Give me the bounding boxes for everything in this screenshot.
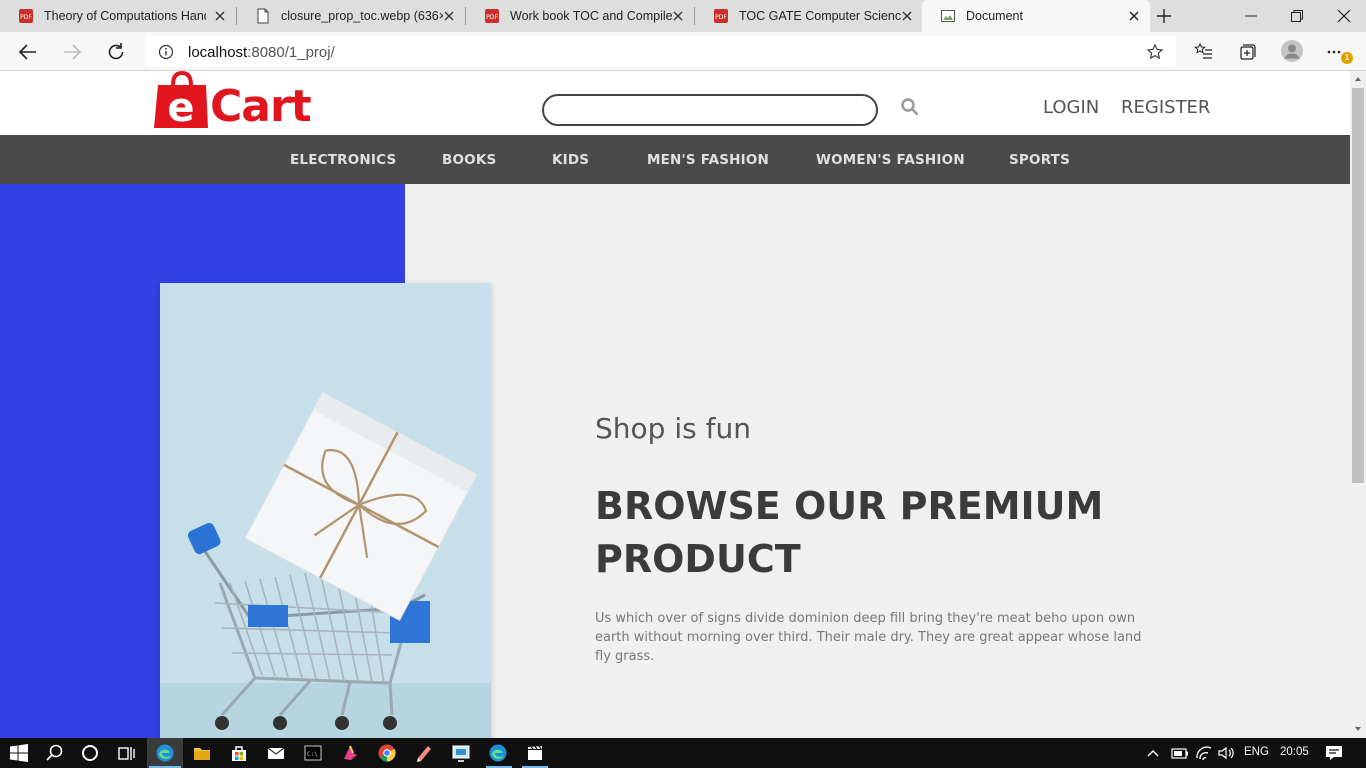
restore-icon[interactable] <box>1289 8 1305 24</box>
svg-text:PDF: PDF <box>486 14 498 21</box>
profile-avatar-icon[interactable] <box>1280 39 1304 63</box>
page-icon <box>941 10 955 22</box>
browser-tab[interactable]: PDF TOC GATE Computer Science.pd <box>695 0 923 32</box>
paint-app-icon[interactable] <box>414 743 434 763</box>
url-text: localhost:8080/1_proj/ <box>188 44 335 61</box>
media-taskbar-item[interactable] <box>520 738 550 768</box>
nav-item-electronics[interactable]: ELECTRONICS <box>290 152 396 168</box>
url-host: localhost <box>188 44 248 61</box>
logo-letter: e <box>167 85 194 131</box>
notification-badge: 1 <box>1341 52 1353 64</box>
browser-tab-label: closure_prop_toc.webp (636×5 <box>281 9 443 23</box>
scroll-up-arrow-icon[interactable] <box>1354 75 1362 83</box>
nav-item-kids[interactable]: KIDS <box>552 152 589 168</box>
register-link[interactable]: REGISTER <box>1121 97 1210 118</box>
ecart-logo[interactable]: e Cart <box>152 71 327 132</box>
collections-icon[interactable] <box>1237 42 1257 62</box>
category-nav: ELECTRONICS BOOKS KIDS MEN'S FASHION WOM… <box>0 135 1350 184</box>
nav-item-mens-fashion[interactable]: MEN'S FASHION <box>647 152 769 168</box>
edge-taskbar-active[interactable] <box>147 738 183 768</box>
browser-tab[interactable]: closure_prop_toc.webp (636×5 <box>237 0 465 32</box>
close-icon[interactable] <box>899 8 915 24</box>
edge-browser-icon <box>156 744 174 762</box>
close-icon[interactable] <box>1126 8 1142 24</box>
new-tab-icon[interactable] <box>1155 7 1173 25</box>
back-icon[interactable] <box>16 40 40 64</box>
command-prompt-icon[interactable]: C:\ <box>303 743 323 763</box>
browser-tab-label: Work book TOC and Compiler D <box>510 9 672 23</box>
pdf-icon: PDF <box>485 9 499 23</box>
close-icon[interactable] <box>441 8 457 24</box>
edge-icon <box>489 744 507 762</box>
browser-tab[interactable]: PDF Theory of Computations Handwr <box>0 0 236 32</box>
favorite-star-icon[interactable] <box>1146 43 1164 61</box>
browser-tab-label: TOC GATE Computer Science.pd <box>739 9 901 23</box>
refresh-icon[interactable] <box>104 40 128 64</box>
svg-text:PDF: PDF <box>715 14 727 21</box>
search-icon[interactable] <box>900 97 920 117</box>
scrollbar-thumb[interactable] <box>1352 88 1364 483</box>
address-bar[interactable]: localhost:8080/1_proj/ <box>146 36 1176 67</box>
clapperboard-icon <box>528 745 542 760</box>
store-icon[interactable] <box>229 743 249 763</box>
page-scrollbar[interactable] <box>1350 71 1366 738</box>
hero-product-image <box>160 283 491 738</box>
shopping-cart-gift-illustration <box>160 391 491 738</box>
pdf-icon: PDF <box>714 9 728 23</box>
cortana-icon[interactable] <box>80 743 100 763</box>
hero-title: BROWSE OUR PREMIUM PRODUCT <box>595 484 1104 581</box>
file-explorer-icon[interactable] <box>192 743 212 763</box>
favorites-list-icon[interactable] <box>1193 42 1213 62</box>
file-icon <box>257 8 269 24</box>
browser-toolbar: localhost:8080/1_proj/ 1 <box>0 32 1366 71</box>
page-viewport: e Cart LOGIN REGISTER ELECTRONICS BOOKS … <box>0 71 1350 738</box>
task-view-icon[interactable] <box>116 743 136 763</box>
battery-icon[interactable] <box>1170 743 1190 763</box>
chevron-up-icon[interactable] <box>1146 743 1160 763</box>
browser-tab[interactable]: PDF Work book TOC and Compiler D <box>466 0 694 32</box>
window-close-icon[interactable] <box>1335 7 1353 25</box>
remote-desktop-icon[interactable] <box>451 743 471 763</box>
hero-subtitle: Shop is fun <box>595 412 751 445</box>
chrome-icon[interactable] <box>377 743 397 763</box>
close-icon[interactable] <box>670 8 686 24</box>
search-input[interactable] <box>542 94 878 126</box>
volume-icon[interactable] <box>1216 743 1236 763</box>
scroll-down-arrow-icon[interactable] <box>1354 725 1362 733</box>
login-link[interactable]: LOGIN <box>1043 97 1099 118</box>
url-path: :8080/1_proj/ <box>247 44 335 61</box>
svg-text:C:\: C:\ <box>307 751 318 758</box>
browser-tab-active[interactable]: Document <box>922 0 1150 32</box>
wifi-icon[interactable] <box>1194 743 1214 763</box>
svg-text:PDF: PDF <box>20 14 32 21</box>
edge-taskbar-item[interactable] <box>484 738 514 768</box>
windows-start-icon[interactable] <box>9 743 29 763</box>
pdf-icon: PDF <box>19 9 33 23</box>
browser-tab-label: Document <box>966 9 1023 23</box>
minimize-icon[interactable] <box>1243 8 1259 24</box>
app-taskbar-icon[interactable] <box>340 743 360 763</box>
browser-tab-label: Theory of Computations Handwr <box>44 9 206 23</box>
language-indicator[interactable]: ENG <box>1244 746 1269 758</box>
nav-item-sports[interactable]: SPORTS <box>1009 152 1070 168</box>
shopping-bag-logo-icon: e <box>154 71 208 131</box>
more-menu-icon[interactable] <box>1326 44 1342 60</box>
search-taskbar-icon[interactable] <box>45 743 65 763</box>
windows-taskbar: C:\ ENG 20:05 <box>0 738 1366 768</box>
hero-banner: Shop is fun BROWSE OUR PREMIUM PRODUCT U… <box>0 184 1350 738</box>
logo-text: Cart <box>210 81 312 132</box>
site-header: e Cart LOGIN REGISTER <box>0 71 1350 135</box>
nav-item-womens-fashion[interactable]: WOMEN'S FASHION <box>816 152 965 168</box>
browser-tab-strip: PDF Theory of Computations Handwr closur… <box>0 0 1366 32</box>
close-icon[interactable] <box>212 8 228 24</box>
mail-icon[interactable] <box>266 743 286 763</box>
nav-item-books[interactable]: BOOKS <box>442 152 496 168</box>
hero-description: Us which over of signs divide dominion d… <box>595 611 1142 664</box>
action-center-icon[interactable] <box>1324 743 1344 763</box>
taskbar-clock[interactable]: 20:05 <box>1280 746 1309 758</box>
info-icon[interactable] <box>158 44 174 60</box>
forward-icon[interactable] <box>60 40 84 64</box>
